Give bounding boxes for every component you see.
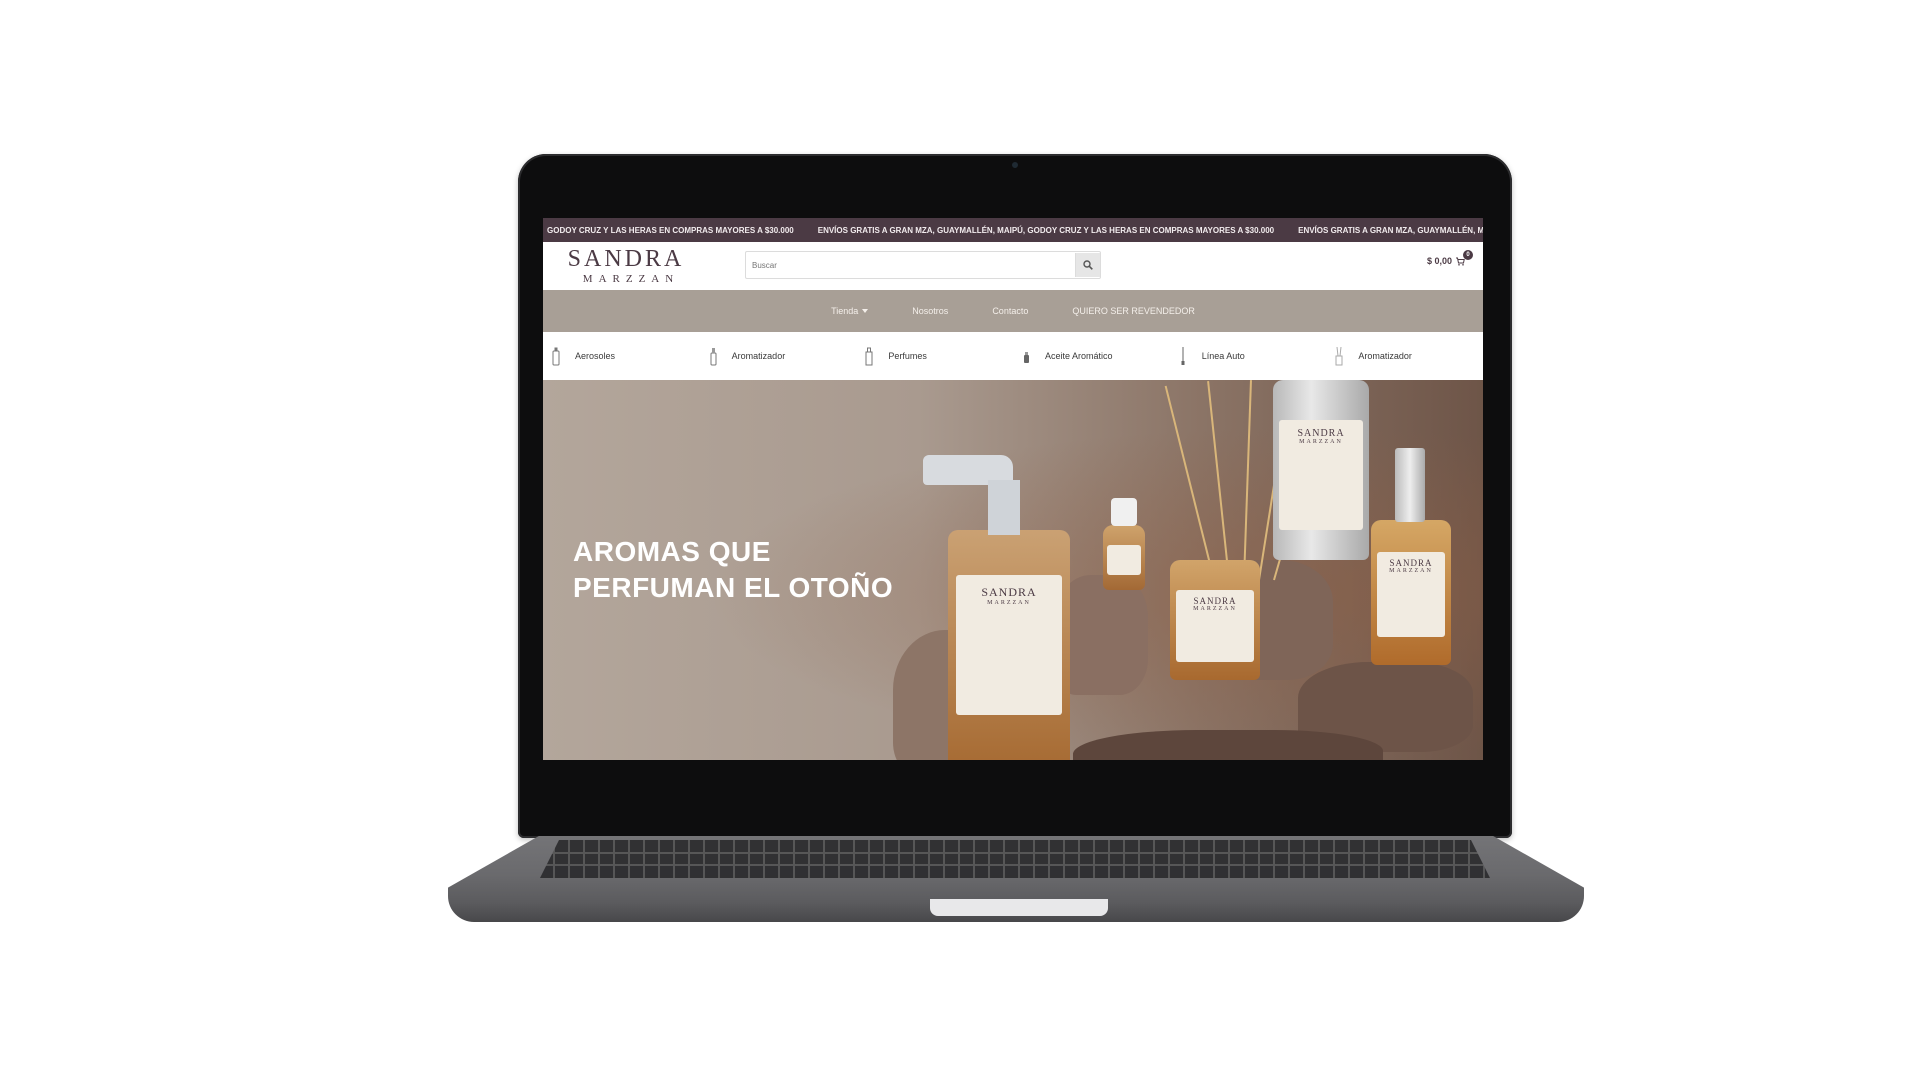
perfume-pump [1395, 448, 1425, 522]
brand-subname: MARZZAN [582, 273, 680, 285]
cart-button[interactable]: $ 0,00 0 [1426, 250, 1473, 266]
bottle-cap [1111, 498, 1137, 526]
screen-bezel-bottom [543, 760, 1483, 768]
product-spray-bottle: SANDRA MARZZAN [948, 530, 1070, 768]
laptop-screen: GODOY CRUZ Y LAS HERAS EN COMPRAS MAYORE… [543, 218, 1483, 768]
category-bar: Aerosoles Aromatizador Perfumes Aceite A… [543, 332, 1483, 380]
product-brand-name: SANDRA [1389, 558, 1433, 568]
diffuser-icon [1335, 346, 1343, 366]
search-button[interactable] [1075, 253, 1100, 277]
laptop-opening-notch [930, 899, 1108, 916]
product-brand-subname: MARZZAN [987, 600, 1031, 606]
product-brand-subname: MARZZAN [1389, 568, 1433, 574]
category-aerosoles[interactable]: Aerosoles [543, 346, 700, 366]
category-label: Perfumes [888, 351, 927, 361]
cart-total: $ 0,00 [1426, 256, 1452, 266]
category-perfumes[interactable]: Perfumes [856, 346, 1013, 366]
product-aerosol-can: SANDRA MARZZAN [1273, 380, 1369, 560]
hero-title-line: AROMAS QUE [573, 536, 771, 567]
product-diffuser-bottle: SANDRA MARZZAN [1170, 560, 1260, 680]
nav-item-label: QUIERO SER REVENDEDOR [1072, 306, 1195, 316]
product-brand-subname: MARZZAN [1193, 606, 1237, 612]
product-perfume-bottle: SANDRA MARZZAN [1371, 520, 1451, 665]
announcement-bar: GODOY CRUZ Y LAS HERAS EN COMPRAS MAYORE… [543, 218, 1483, 242]
search-box [745, 251, 1101, 279]
category-aromatizador-2[interactable]: Aromatizador [1326, 346, 1483, 366]
product-brand-name: SANDRA [981, 585, 1037, 599]
category-aceite-aromatico[interactable]: Aceite Aromático [1013, 346, 1170, 366]
brand-name: SANDRA [567, 246, 685, 272]
product-small-bottle [1103, 525, 1145, 590]
site-header: SANDRA MARZZAN $ 0,00 0 [543, 242, 1483, 290]
category-label: Aceite Aromático [1045, 351, 1113, 361]
search-input[interactable] [746, 254, 1075, 276]
diffuser-stick [1207, 380, 1230, 581]
brand-logo[interactable]: SANDRA MARZZAN [551, 246, 701, 288]
announcement-text: ENVÍOS GRATIS A GRAN MZA, GUAYMALLÉN, MA… [1298, 225, 1483, 235]
nav-item-revendedor[interactable]: QUIERO SER REVENDEDOR [1072, 306, 1195, 316]
nav-item-label: Contacto [992, 306, 1029, 316]
spray-bottle-icon [710, 348, 717, 366]
product-label: SANDRA MARZZAN [1176, 590, 1254, 662]
product-brand-name: SANDRA [1297, 428, 1345, 439]
nav-item-nosotros[interactable]: Nosotros [912, 306, 948, 316]
laptop-keyboard [540, 840, 1490, 878]
aerosol-icon [552, 347, 560, 366]
category-label: Aromatizador [1358, 351, 1412, 361]
diffuser-stick [1243, 380, 1252, 581]
nav-item-label: Tienda [831, 306, 859, 316]
nav-item-label: Nosotros [912, 306, 949, 316]
hero-title-line: PERFUMAN EL OTOÑO [573, 572, 894, 603]
product-label [1107, 545, 1141, 575]
category-label: Aromatizador [731, 351, 786, 361]
category-label: Línea Auto [1201, 351, 1245, 361]
nav-item-tienda[interactable]: Tienda [831, 306, 869, 316]
spray-neck [988, 480, 1020, 535]
announcement-text: GODOY CRUZ Y LAS HERAS EN COMPRAS MAYORE… [547, 225, 794, 235]
car-freshener-icon [1181, 347, 1185, 365]
perfume-icon [865, 347, 873, 366]
cart-count-badge: 0 [1463, 250, 1473, 260]
category-aromatizador[interactable]: Aromatizador [700, 346, 857, 366]
diffuser-stick [1164, 385, 1215, 581]
category-linea-auto[interactable]: Línea Auto [1170, 346, 1327, 366]
category-label: Aerosoles [575, 351, 616, 361]
main-nav: Tienda Nosotros Contacto QUIERO SER REVE… [543, 290, 1483, 332]
announcement-text: ENVÍOS GRATIS A GRAN MZA, GUAYMALLÉN, MA… [817, 225, 1275, 235]
hero-title: AROMAS QUE PERFUMAN EL OTOÑO [573, 534, 893, 606]
product-brand-subname: MARZZAN [1299, 439, 1343, 445]
hero-banner[interactable]: SANDRA MARZZAN SANDRA MARZZAN SANDRA MAR… [543, 380, 1483, 768]
nav-item-contacto[interactable]: Contacto [992, 306, 1028, 316]
search-icon [1083, 260, 1093, 270]
product-label: SANDRA MARZZAN [1377, 552, 1445, 637]
product-label: SANDRA MARZZAN [1279, 420, 1363, 530]
product-brand-name: SANDRA [1193, 596, 1237, 606]
oil-bottle-icon [1024, 352, 1030, 363]
chevron-down-icon [862, 309, 869, 313]
webcam-icon [1012, 162, 1018, 168]
product-label: SANDRA MARZZAN [956, 575, 1062, 715]
